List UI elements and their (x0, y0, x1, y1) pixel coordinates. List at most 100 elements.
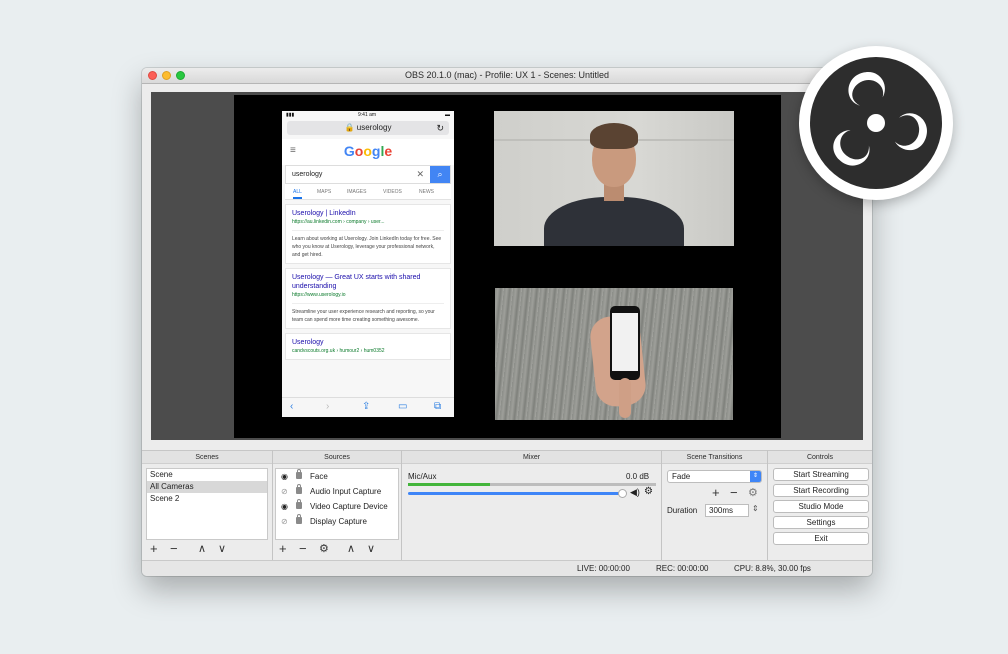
phone-safari-toolbar: ‹ › ⇪ ▭ ⧉ (282, 397, 454, 417)
google-logo-letter: e (384, 143, 393, 159)
remove-source-button[interactable]: − (299, 540, 307, 558)
obs-logo-graphic (810, 57, 942, 189)
search-icon: ⌕ (430, 166, 450, 183)
remove-transition-button[interactable]: − (730, 484, 738, 502)
google-header: ≡ Google (282, 139, 454, 165)
source-label: Video Capture Device (310, 502, 388, 511)
audio-level-meter (408, 483, 656, 486)
divider (401, 450, 402, 560)
visibility-eye-hidden-icon[interactable]: ⊘ (281, 514, 288, 529)
transitions-toolbar: + − ⚙ (710, 484, 762, 502)
phone-display-capture: ▮▮▮ 9:41 am ▬ 🔒 userology ↻ ≡ Google use… (282, 111, 454, 417)
back-icon: ‹ (290, 401, 294, 412)
divider (272, 450, 273, 560)
divider (767, 450, 768, 560)
google-tab-maps: MAPS (317, 189, 332, 195)
settings-button[interactable]: Settings (773, 516, 869, 529)
source-item[interactable]: ◉ Video Capture Device (276, 499, 398, 514)
google-logo-text: Google (344, 143, 392, 159)
forward-icon: › (326, 401, 330, 412)
preview-canvas[interactable]: ▮▮▮ 9:41 am ▬ 🔒 userology ↻ ≡ Google use… (234, 95, 781, 438)
visibility-eye-hidden-icon[interactable]: ⊘ (281, 484, 288, 499)
scene-item[interactable]: Scene 2 (147, 493, 267, 505)
transition-gear-icon[interactable]: ⚙ (748, 484, 758, 502)
duration-value: 300ms (709, 506, 734, 515)
result-url: https://www.userology.io (292, 292, 346, 298)
google-logo: Google (282, 143, 454, 159)
result-title: Userology (292, 339, 324, 346)
start-streaming-button[interactable]: Start Streaming (773, 468, 869, 481)
phone-url-bar: 🔒 userology ↻ (287, 121, 449, 135)
google-logo-letter: o (363, 143, 372, 159)
mixer-gear-icon[interactable]: ⚙ (644, 486, 653, 497)
lock-icon[interactable] (296, 484, 302, 494)
duration-stepper-icon[interactable]: ⇕ (752, 504, 759, 513)
transition-select[interactable]: Fade ⇕ (667, 470, 762, 483)
google-query: userology (292, 171, 323, 178)
transition-select-value: Fade (672, 472, 691, 481)
obs-logo-center (867, 114, 885, 132)
scenes-toolbar: + − ∧ ∨ (146, 540, 268, 558)
source-properties-gear-icon[interactable]: ⚙ (319, 540, 329, 558)
person-body (544, 197, 684, 246)
result-title: Userology — Great UX starts with shared … (292, 274, 421, 290)
lock-icon[interactable] (296, 514, 302, 524)
result-title: Userology | LinkedIn (292, 210, 356, 217)
move-scene-down-button[interactable]: ∨ (218, 540, 226, 558)
add-transition-button[interactable]: + (712, 484, 720, 502)
obs-logo-icon (799, 46, 953, 200)
google-logo-letter: G (343, 143, 355, 159)
studio-mode-button[interactable]: Studio Mode (773, 500, 869, 513)
status-bar: LIVE: 00:00:00 REC: 00:00:00 CPU: 8.8%, … (142, 560, 872, 576)
search-result: Userology | LinkedIn https://au.linkedin… (285, 204, 451, 264)
person-hair (590, 123, 638, 149)
volume-slider-knob[interactable] (618, 489, 627, 498)
scenes-list[interactable]: Scene All Cameras Scene 2 (146, 468, 268, 540)
live-timer: LIVE: 00:00:00 (577, 564, 630, 573)
sources-list[interactable]: ◉ Face ⊘ Audio Input Capture ◉ Video Cap… (275, 468, 399, 540)
result-url: https://au.linkedin.com › company › user… (292, 219, 385, 225)
lock-icon[interactable] (296, 499, 302, 509)
finger (619, 378, 631, 418)
title-bar: OBS 20.1.0 (mac) - Profile: UX 1 - Scene… (142, 68, 872, 84)
start-recording-button[interactable]: Start Recording (773, 484, 869, 497)
sources-toolbar: + − ⚙ ∧ ∨ (275, 540, 399, 558)
source-item[interactable]: ⊘ Audio Input Capture (276, 484, 398, 499)
scene-item[interactable]: Scene (147, 469, 267, 481)
lock-icon: 🔒 (344, 123, 357, 132)
google-tab-videos: VIDEOS (383, 189, 402, 195)
transitions-header: Scene Transitions (662, 450, 767, 464)
search-result: Userology — Great UX starts with shared … (285, 268, 451, 329)
move-source-down-button[interactable]: ∨ (367, 540, 375, 558)
add-source-button[interactable]: + (279, 540, 287, 558)
scene-item-selected[interactable]: All Cameras (147, 481, 267, 493)
google-tabs: ALL MAPS IMAGES VIDEOS NEWS (285, 184, 451, 200)
mixer-channel-name: Mic/Aux (408, 472, 437, 481)
phone-time: 9:41 am (358, 112, 377, 118)
preview-area[interactable]: ▮▮▮ 9:41 am ▬ 🔒 userology ↻ ≡ Google use… (151, 92, 863, 440)
bookmarks-icon: ▭ (398, 401, 408, 412)
add-scene-button[interactable]: + (150, 540, 158, 558)
rec-timer: REC: 00:00:00 (656, 564, 709, 573)
lock-icon[interactable] (296, 469, 302, 479)
window-title: OBS 20.1.0 (mac) - Profile: UX 1 - Scene… (404, 70, 610, 80)
duration-field[interactable]: 300ms (705, 504, 749, 517)
battery-icon: ▬ (445, 112, 450, 118)
source-item[interactable]: ◉ Face (276, 469, 398, 484)
visibility-eye-icon[interactable]: ◉ (281, 469, 288, 484)
remove-scene-button[interactable]: − (170, 540, 178, 558)
speaker-icon[interactable]: ◀) (630, 487, 640, 498)
signal-icon: ▮▮▮ (286, 112, 295, 118)
volume-slider[interactable] (408, 492, 622, 495)
visibility-eye-icon[interactable]: ◉ (281, 499, 288, 514)
move-source-up-button[interactable]: ∧ (347, 540, 355, 558)
cpu-readout: CPU: 8.8%, 30.00 fps (734, 564, 811, 573)
controls-header: Controls (768, 450, 872, 464)
sources-header: Sources (273, 450, 401, 464)
source-item[interactable]: ⊘ Display Capture (276, 514, 398, 529)
duration-label: Duration (667, 506, 698, 515)
exit-button[interactable]: Exit (773, 532, 869, 545)
source-label: Face (310, 472, 328, 481)
move-scene-up-button[interactable]: ∧ (198, 540, 206, 558)
google-tab-news: NEWS (419, 189, 434, 195)
